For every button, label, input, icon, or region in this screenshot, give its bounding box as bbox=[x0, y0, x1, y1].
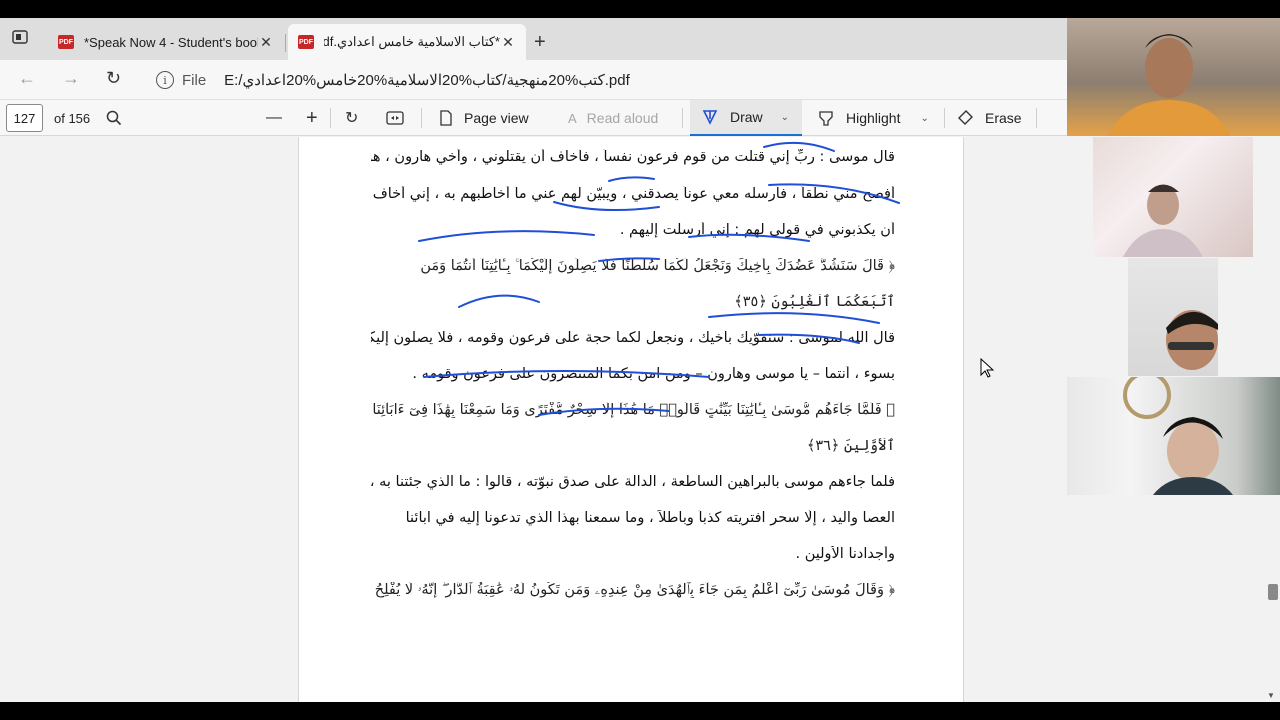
tab-divider bbox=[285, 34, 286, 52]
eraser-icon bbox=[958, 110, 973, 125]
erase-button[interactable]: Erase bbox=[957, 100, 1022, 136]
url-text[interactable]: E:/كتب%20منهجية/كتاب%20الاسلامية%20خامس%… bbox=[224, 71, 630, 89]
quran-verse-line: ٱتَّبَعَكُمَا ٱلْغَٰلِبُونَ ﴿٣٥﴾ bbox=[734, 294, 895, 310]
info-icon[interactable]: i bbox=[156, 71, 174, 89]
page-view-button[interactable]: Page view bbox=[438, 100, 529, 136]
chevron-down-icon[interactable]: ⌄ bbox=[781, 112, 789, 123]
chevron-down-icon[interactable]: ⌄ bbox=[920, 113, 928, 124]
draw-label: Draw bbox=[730, 109, 763, 125]
page-total: of 156 bbox=[54, 110, 91, 126]
divider bbox=[330, 108, 331, 128]
tab-title: *كتاب الاسلامية خامس اعدادي.pdf bbox=[324, 34, 500, 49]
text-line: فلما جاءهم موسى بالبراهين الساطعة ، الدا… bbox=[371, 474, 895, 490]
quran-verse-line: ﴿ وَقَالَ مُوسَىٰ رَبِّىٓ أَعْلَمُ بِمَن… bbox=[374, 582, 895, 598]
tab-actions-icon[interactable] bbox=[12, 30, 36, 50]
text-line: وأجدادنا الأولين . bbox=[795, 546, 895, 562]
zoom-in-icon[interactable]: + bbox=[306, 100, 318, 136]
quran-verse-line: ﴿ فَلَمَّا جَآءَهُم مُّوسَىٰ بِـَٔايَٰتِ… bbox=[372, 402, 895, 418]
divider bbox=[421, 108, 422, 128]
back-icon[interactable]: ← bbox=[18, 68, 36, 89]
close-icon[interactable]: ✕ bbox=[500, 34, 516, 51]
zoom-out-icon[interactable]: — bbox=[266, 100, 282, 136]
divider bbox=[1036, 108, 1037, 128]
tab-speak-now[interactable]: PDF *Speak Now 4 - Student's book.pdf ✕ bbox=[48, 24, 284, 60]
highlight-icon bbox=[819, 111, 833, 126]
scrollbar-thumb[interactable] bbox=[1268, 584, 1278, 600]
address-bar[interactable]: i File E:/كتب%20منهجية/كتاب%20الاسلامية%… bbox=[148, 64, 1068, 96]
tab-islamic-book[interactable]: PDF *كتاب الاسلامية خامس اعدادي.pdf ✕ bbox=[288, 24, 526, 60]
highlight-button[interactable]: Highlight ⌄ bbox=[818, 100, 929, 136]
text-line: أن يكذبوني في قولي لهم : إني أرسلت إليهم… bbox=[619, 222, 895, 238]
read-aloud-icon: A bbox=[568, 110, 577, 126]
quran-verse-line: ٱلْأَوَّلِينَ ﴿٣٦﴾ bbox=[806, 438, 895, 454]
scroll-down-icon[interactable]: ▼ bbox=[1267, 691, 1275, 700]
page-number-input[interactable]: 127 bbox=[6, 104, 43, 132]
read-aloud-label: Read aloud bbox=[586, 110, 659, 126]
text-line: قال الله لموسى : سنقوّيك بأخيك ، ونجعل ل… bbox=[371, 330, 895, 346]
close-icon[interactable]: ✕ bbox=[258, 34, 274, 51]
mouse-pointer-icon bbox=[980, 357, 995, 383]
text-line: بسوء ، أنتما – يا موسى وهارون – ومن آمن … bbox=[412, 366, 895, 382]
participant-silhouette bbox=[1107, 34, 1231, 136]
participant-silhouette bbox=[1123, 377, 1233, 495]
erase-label: Erase bbox=[985, 110, 1022, 126]
participant-silhouette bbox=[1123, 184, 1203, 257]
video-tile-participant-1[interactable] bbox=[1067, 18, 1280, 136]
text-line: قال موسى : ربِّ إني قتلت من قوم فرعون نف… bbox=[371, 149, 895, 165]
draw-button[interactable]: Draw ⌄ bbox=[690, 100, 802, 136]
pdf-icon: PDF bbox=[298, 35, 314, 49]
quran-verse-line: ﴿ قَالَ سَنَشُدُّ عَضُدَكَ بِأَخِيكَ وَن… bbox=[420, 258, 895, 274]
new-tab-button[interactable]: + bbox=[534, 31, 546, 54]
draw-icon bbox=[702, 110, 718, 125]
divider bbox=[682, 108, 683, 128]
page-view-label: Page view bbox=[464, 110, 529, 126]
tab-title: *Speak Now 4 - Student's book.pdf bbox=[84, 34, 258, 50]
video-tile-participant-4[interactable] bbox=[1067, 377, 1280, 495]
forward-icon[interactable]: → bbox=[62, 68, 80, 89]
refresh-icon[interactable]: ↻ bbox=[106, 68, 121, 89]
video-tile-participant-2[interactable] bbox=[1093, 137, 1253, 257]
text-line: العصا واليد ، إلّا سحر افتريته كذباً وبا… bbox=[405, 510, 895, 526]
search-icon[interactable] bbox=[106, 100, 122, 136]
video-tile-participant-3[interactable] bbox=[1128, 258, 1218, 376]
fit-page-icon[interactable] bbox=[386, 100, 404, 136]
read-aloud-button[interactable]: A Read aloud bbox=[568, 100, 658, 136]
highlight-label: Highlight bbox=[846, 110, 901, 126]
pdf-icon: PDF bbox=[58, 35, 74, 49]
divider bbox=[944, 108, 945, 128]
url-scheme-label: File bbox=[182, 71, 207, 89]
page-text: قال موسى : ربِّ إني قتلت من قوم فرعون نف… bbox=[371, 143, 895, 623]
pdf-page: قال موسى : ربِّ إني قتلت من قوم فرعون نف… bbox=[298, 137, 964, 702]
page-view-icon bbox=[440, 110, 452, 126]
rotate-icon[interactable]: ↻ bbox=[345, 100, 358, 136]
participant-silhouette bbox=[1166, 310, 1218, 370]
text-line: أفصح مني نطقاً ، فأرسله معي عوناً يصدقني… bbox=[372, 186, 895, 202]
